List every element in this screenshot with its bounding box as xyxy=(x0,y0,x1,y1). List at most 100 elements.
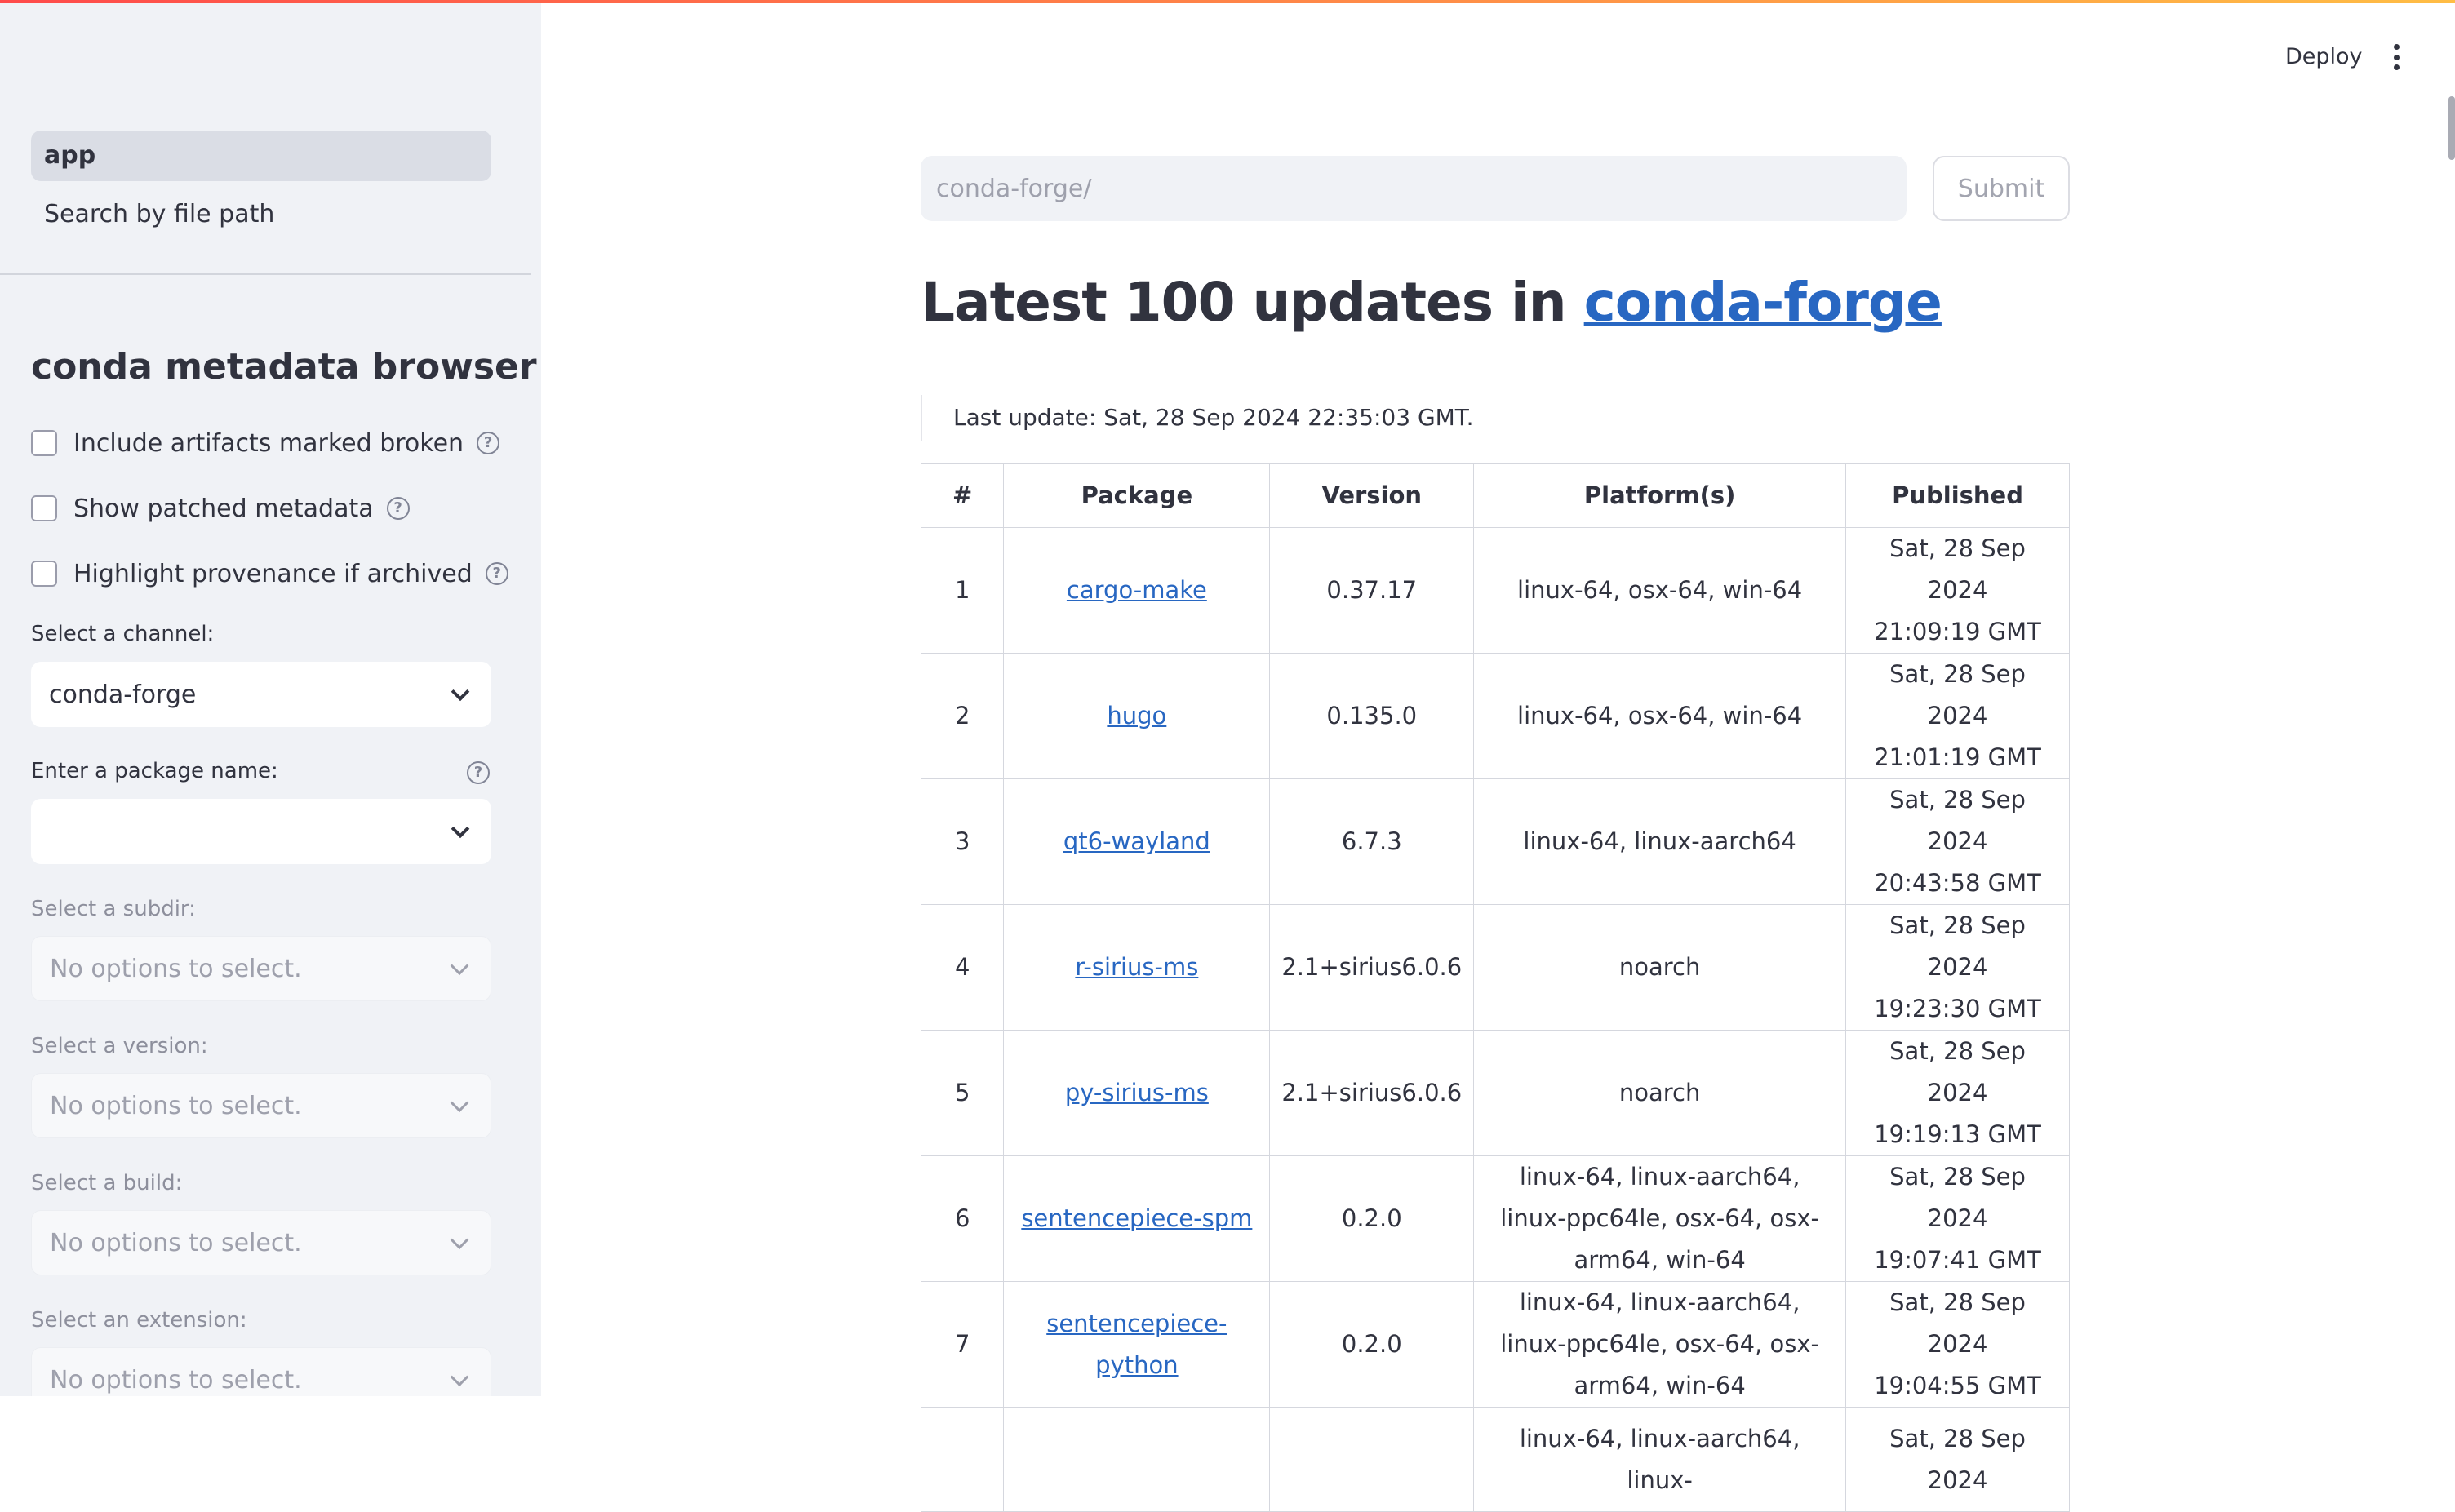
chevron-down-icon xyxy=(450,1230,469,1250)
cell-platforms: linux-64, linux-aarch64, linux- xyxy=(1473,1407,1847,1512)
top-decoration-bar xyxy=(0,0,2455,3)
sidebar-title: conda metadata browser ? xyxy=(31,346,541,388)
table-row: linux-64, linux-aarch64, linux- Sat, 28 S… xyxy=(920,1407,2070,1512)
cell-published: Sat, 28 Sep 2024 19:23:30 GMT xyxy=(1845,904,2070,1031)
cell-number xyxy=(920,1407,1005,1512)
cell-published: Sat, 28 Sep 2024 21:09:19 GMT xyxy=(1845,527,2070,654)
cell-platforms: linux-64, linux-aarch64, linux-ppc64le, … xyxy=(1473,1281,1847,1408)
subdir-label: Select a subdir: xyxy=(31,897,196,921)
subdir-select-value: No options to select. xyxy=(50,954,302,983)
build-select-value: No options to select. xyxy=(50,1228,302,1257)
checkbox-highlight-provenance[interactable]: Highlight provenance if archived ? xyxy=(31,557,508,590)
checkbox-box[interactable] xyxy=(31,561,57,587)
cell-package: qt6-wayland xyxy=(1003,778,1271,905)
table-row: 2 hugo 0.135.0 linux-64, osx-64, win-64 Sat,… xyxy=(920,653,2070,779)
cell-number: 1 xyxy=(920,527,1005,654)
table-row: 3 qt6-wayland 6.7.3 linux-64, linux-aarch64… xyxy=(920,778,2070,905)
cell-published: Sat, 28 Sep 2024 20:43:58 GMT xyxy=(1845,778,2070,905)
cell-number: 6 xyxy=(920,1155,1005,1282)
nav-item-app[interactable]: app xyxy=(31,131,491,181)
table-row: 5 py-sirius-ms 2.1+sirius6.0.6 noarch Sat, 2… xyxy=(920,1030,2070,1156)
published-date: Sat, 28 Sep 2024 xyxy=(1889,660,2026,729)
help-icon[interactable]: ? xyxy=(485,562,508,585)
extension-select[interactable]: No options to select. xyxy=(31,1347,491,1396)
kebab-menu-icon[interactable] xyxy=(2390,44,2403,70)
column-header-published: Published xyxy=(1845,463,2070,528)
cell-platforms: linux-64, linux-aarch64 xyxy=(1473,778,1847,905)
published-time: 19:19:13 GMT xyxy=(1874,1120,2041,1148)
published-time: 20:43:58 GMT xyxy=(1874,869,2041,897)
search-input[interactable] xyxy=(921,156,1907,221)
nav-item-search-by-file-path[interactable]: Search by file path xyxy=(31,189,491,240)
package-link[interactable]: sentencepiece-spm xyxy=(1021,1204,1252,1232)
version-select[interactable]: No options to select. xyxy=(31,1073,491,1138)
cell-platforms: noarch xyxy=(1473,1030,1847,1156)
cell-published: Sat, 28 Sep 2024 xyxy=(1845,1407,2070,1512)
published-date: Sat, 28 Sep 2024 xyxy=(1889,1037,2026,1106)
updates-table: # Package Version Platform(s) Published … xyxy=(920,463,2070,1512)
column-header-version: Version xyxy=(1269,463,1475,528)
table-row: 6 sentencepiece-spm 0.2.0 linux-64, linux-a… xyxy=(920,1155,2070,1282)
channel-heading-link[interactable]: conda-forge xyxy=(1584,271,1942,334)
cell-version: 0.37.17 xyxy=(1269,527,1475,654)
version-select-value: No options to select. xyxy=(50,1091,302,1120)
sidebar: app Search by file path conda metadata b… xyxy=(0,0,541,1396)
channel-select[interactable]: conda-forge xyxy=(31,662,491,727)
extension-select-value: No options to select. xyxy=(50,1365,302,1394)
channel-select-value: conda-forge xyxy=(49,680,197,709)
subdir-select[interactable]: No options to select. xyxy=(31,936,491,1001)
help-icon[interactable]: ? xyxy=(477,432,500,454)
chevron-down-icon xyxy=(450,956,469,976)
cell-published: Sat, 28 Sep 2024 19:19:13 GMT xyxy=(1845,1030,2070,1156)
checkbox-label: Show patched metadata xyxy=(73,494,374,523)
chevron-down-icon xyxy=(450,1368,469,1387)
published-time: 21:09:19 GMT xyxy=(1874,618,2041,645)
cell-package: hugo xyxy=(1003,653,1271,779)
cell-version: 2.1+sirius6.0.6 xyxy=(1269,1030,1475,1156)
checkbox-box[interactable] xyxy=(31,430,57,456)
table-body: 1 cargo-make 0.37.17 linux-64, osx-64, win-… xyxy=(920,527,2070,1512)
package-link[interactable]: hugo xyxy=(1107,702,1166,729)
build-select[interactable]: No options to select. xyxy=(31,1210,491,1275)
package-label: Enter a package name: xyxy=(31,759,278,783)
package-link[interactable]: py-sirius-ms xyxy=(1065,1079,1209,1106)
table-row: 7 sentencepiece-python 0.2.0 linux-64, linu… xyxy=(920,1281,2070,1408)
cell-package: py-sirius-ms xyxy=(1003,1030,1271,1156)
package-link[interactable]: qt6-wayland xyxy=(1063,827,1210,855)
published-time: 19:23:30 GMT xyxy=(1874,995,2041,1022)
checkbox-show-patched[interactable]: Show patched metadata ? xyxy=(31,492,410,525)
column-header-number: # xyxy=(920,463,1005,528)
deploy-button[interactable]: Deploy xyxy=(2285,44,2363,69)
table-row: 1 cargo-make 0.37.17 linux-64, osx-64, win-… xyxy=(920,527,2070,654)
cell-package xyxy=(1003,1407,1271,1512)
help-icon[interactable]: ? xyxy=(386,497,410,520)
submit-button[interactable]: Submit xyxy=(1933,156,2070,221)
cell-version: 0.2.0 xyxy=(1269,1281,1475,1408)
build-label: Select a build: xyxy=(31,1171,183,1195)
chevron-down-icon xyxy=(451,819,470,839)
table-row: 4 r-sirius-ms 2.1+sirius6.0.6 noarch Sat, 28… xyxy=(920,904,2070,1031)
published-date: Sat, 28 Sep 2024 xyxy=(1889,1288,2026,1358)
scrollbar-thumb[interactable] xyxy=(2448,96,2455,160)
cell-package: sentencepiece-spm xyxy=(1003,1155,1271,1282)
cell-version xyxy=(1269,1407,1475,1512)
cell-number: 7 xyxy=(920,1281,1005,1408)
chevron-down-icon xyxy=(450,1093,469,1113)
cell-version: 6.7.3 xyxy=(1269,778,1475,905)
column-header-platforms: Platform(s) xyxy=(1473,463,1847,528)
checkbox-include-broken[interactable]: Include artifacts marked broken ? xyxy=(31,427,500,459)
package-select[interactable] xyxy=(31,799,491,864)
help-icon[interactable]: ? xyxy=(467,761,490,784)
cell-package: r-sirius-ms xyxy=(1003,904,1271,1031)
nav-divider xyxy=(0,273,531,275)
package-link[interactable]: sentencepiece-python xyxy=(1046,1310,1227,1379)
published-date: Sat, 28 Sep 2024 xyxy=(1889,534,2026,604)
package-link[interactable]: r-sirius-ms xyxy=(1075,953,1198,981)
cell-platforms: linux-64, osx-64, win-64 xyxy=(1473,653,1847,779)
cell-version: 0.2.0 xyxy=(1269,1155,1475,1282)
cell-package: sentencepiece-python xyxy=(1003,1281,1271,1408)
checkbox-box[interactable] xyxy=(31,495,57,521)
package-link[interactable]: cargo-make xyxy=(1067,576,1207,604)
published-time: 19:04:55 GMT xyxy=(1874,1372,2041,1399)
cell-number: 2 xyxy=(920,653,1005,779)
